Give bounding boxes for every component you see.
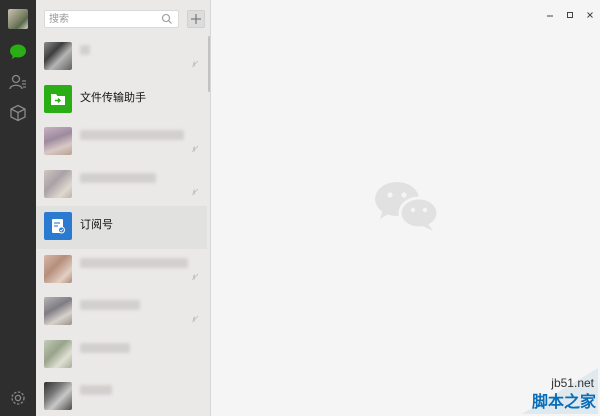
settings-icon[interactable] — [8, 388, 28, 408]
favorites-icon[interactable] — [8, 103, 28, 123]
mute-icon — [191, 145, 199, 153]
chat-name: 文件传输助手 — [80, 91, 146, 104]
contact-avatar — [44, 297, 72, 325]
chat-item[interactable] — [36, 164, 207, 207]
close-icon — [587, 12, 593, 18]
chat-item-file-helper[interactable]: 文件传输助手 — [36, 79, 207, 122]
maximize-button[interactable] — [560, 0, 580, 30]
contact-avatar — [44, 169, 72, 198]
contact-avatar — [44, 127, 72, 155]
chat-item[interactable] — [36, 334, 207, 377]
mute-icon — [191, 60, 199, 68]
contact-avatar — [44, 254, 72, 283]
minimize-button[interactable] — [540, 0, 560, 30]
search-input[interactable] — [45, 11, 161, 28]
add-chat-button[interactable] — [187, 10, 205, 28]
subscription-icon — [44, 212, 72, 240]
chat-name-blurred — [80, 342, 130, 353]
close-button[interactable] — [580, 0, 600, 30]
plus-icon — [191, 14, 201, 24]
chat-item[interactable] — [36, 36, 207, 79]
chat-name-blurred — [80, 300, 140, 310]
chat-item-subscriptions[interactable]: 订阅号 — [36, 206, 207, 249]
chat-name-blurred — [80, 130, 184, 140]
chat-list-panel: 文件传输助手 订阅号 — [36, 0, 211, 416]
chat-name: 订阅号 — [80, 219, 113, 231]
mute-icon — [191, 188, 199, 195]
file-transfer-icon — [44, 84, 72, 113]
chat-item[interactable] — [36, 249, 207, 292]
chat-item[interactable] — [36, 376, 207, 416]
maximize-icon — [567, 12, 573, 18]
wechat-logo-icon — [375, 182, 440, 231]
window-controls — [540, 0, 600, 30]
watermark-text: 脚本之家 — [531, 392, 596, 411]
chat-item[interactable] — [36, 121, 207, 164]
contact-avatar — [44, 339, 72, 368]
chat-name-blurred — [80, 172, 156, 183]
nav-bar — [0, 0, 36, 416]
chat-list: 文件传输助手 订阅号 — [36, 36, 207, 416]
search-box[interactable] — [44, 10, 179, 28]
chat-name-blurred — [80, 45, 90, 55]
chat-name-blurred — [80, 257, 188, 268]
contact-avatar — [44, 382, 72, 410]
user-avatar[interactable] — [8, 9, 28, 29]
contact-avatar — [44, 42, 72, 70]
search-icon[interactable] — [161, 13, 173, 25]
mute-icon — [191, 315, 199, 323]
chat-item[interactable] — [36, 291, 207, 334]
minimize-icon — [547, 15, 553, 17]
chat-list-scrollbar[interactable] — [208, 36, 210, 92]
contacts-icon[interactable] — [8, 72, 28, 92]
chat-name-blurred — [80, 385, 112, 395]
mute-icon — [191, 273, 199, 280]
chat-icon[interactable] — [8, 42, 28, 62]
watermark: jb51.net 脚本之家 — [522, 368, 598, 414]
